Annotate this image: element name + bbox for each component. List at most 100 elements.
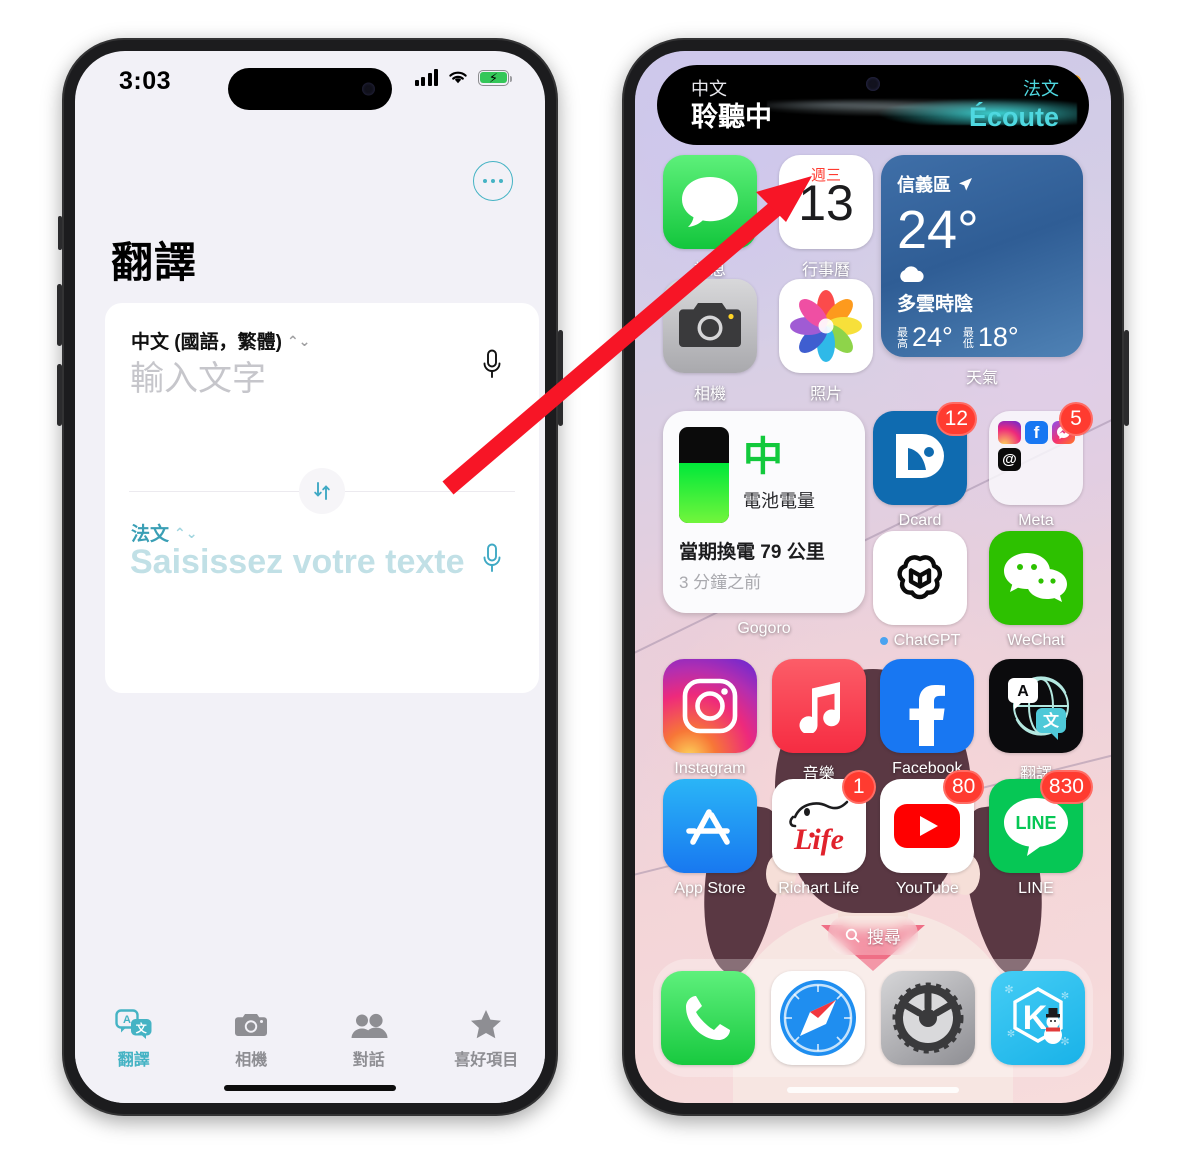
- wifi-icon: [449, 71, 467, 84]
- gogoro-level-caption: 電池電量: [743, 491, 815, 511]
- svg-text:✼: ✼: [1004, 984, 1013, 996]
- volume-up-button[interactable]: [57, 284, 62, 346]
- tab-favorites[interactable]: 喜好項目: [428, 1005, 546, 1070]
- tab-camera[interactable]: 相機: [193, 1005, 311, 1070]
- app-store-icon: [663, 779, 757, 873]
- dock: ✼ ✼ ✼ ✼ K: [653, 959, 1093, 1077]
- bottom-tab-bar: A 文 翻譯 相機 對話 喜好項目: [75, 995, 545, 1103]
- source-microphone-icon[interactable]: [481, 349, 503, 383]
- swap-languages-button[interactable]: [299, 468, 345, 514]
- target-microphone-icon[interactable]: [481, 543, 503, 577]
- app-label-line: LINE: [1018, 880, 1054, 897]
- source-language-selector[interactable]: 中文 (國語，繁體) ⌃⌄: [131, 327, 310, 354]
- apple-music-icon: [771, 659, 866, 753]
- tab-translate[interactable]: A 文 翻譯: [75, 1005, 193, 1070]
- tab-label-translate: 翻譯: [117, 1052, 150, 1069]
- svg-text:✼: ✼: [1007, 1029, 1015, 1040]
- app-label-youtube: YouTube: [895, 880, 959, 897]
- source-text-input[interactable]: 輸入文字: [130, 351, 266, 400]
- app-app-store[interactable]: App Store: [663, 779, 757, 898]
- svg-text:文: 文: [1043, 711, 1060, 730]
- page-title: 翻譯: [111, 239, 198, 286]
- power-button[interactable]: [558, 330, 563, 426]
- svg-text:文: 文: [135, 1021, 147, 1035]
- svg-text:A: A: [1017, 683, 1029, 700]
- badge-youtube: 80: [942, 770, 985, 804]
- home-indicator[interactable]: [224, 1085, 396, 1091]
- status-indicators: ⚡: [414, 69, 512, 86]
- dynamic-island-live-activity[interactable]: 中文 聆聽中 法文 Écoute: [657, 65, 1089, 145]
- power-button-right[interactable]: [1124, 330, 1129, 426]
- app-photos[interactable]: 照片: [779, 279, 873, 404]
- facebook-icon: [880, 659, 975, 753]
- photos-icon: [779, 279, 873, 373]
- app-label-wechat: WeChat: [1007, 632, 1065, 649]
- target-language-selector[interactable]: 法文 ⌃⌄: [131, 519, 197, 546]
- folder-meta[interactable]: f @ 5 Meta: [989, 402, 1093, 530]
- chevron-updown-icon-target: ⌃⌄: [174, 524, 198, 541]
- app-label-dcard: Dcard: [898, 512, 942, 529]
- tab-label-favorites: 喜好項目: [454, 1052, 519, 1069]
- app-music[interactable]: 音樂: [771, 659, 866, 784]
- mute-switch[interactable]: [58, 216, 62, 250]
- app-label-photos: 照片: [809, 386, 842, 403]
- chatgpt-icon: [873, 531, 967, 625]
- tab-label-conversation: 對話: [352, 1052, 385, 1069]
- cellular-bars-icon: [414, 69, 438, 86]
- location-arrow-icon: [959, 177, 972, 191]
- threads-mini-icon: @: [998, 448, 1021, 471]
- app-label-chatgpt: ChatGPT: [880, 632, 961, 650]
- app-youtube[interactable]: 80 YouTube: [880, 770, 985, 898]
- app-dcard[interactable]: 12 Dcard: [873, 402, 977, 530]
- left-phone-device: 3:03 ⚡ 翻譯 中文 (國語，繁體) ⌃⌄ 輸入文字 法文 ⌃⌄ Saisi…: [57, 38, 563, 1116]
- app-wechat[interactable]: WeChat: [989, 531, 1083, 650]
- right-phone-device: 中文 聆聽中 法文 Écoute 訊息 週三 13 行事曆 信義區 24° 多雲…: [622, 38, 1129, 1116]
- calendar-day: 13: [798, 175, 854, 231]
- instagram-icon: [663, 659, 757, 753]
- app-label-calendar: 行事曆: [801, 262, 850, 279]
- swap-vertical-icon: [314, 482, 330, 500]
- svg-text:A: A: [123, 1014, 131, 1026]
- app-label-instagram: Instagram: [674, 760, 746, 777]
- tab-conversation[interactable]: 對話: [310, 1005, 428, 1070]
- wechat-icon: [989, 531, 1083, 625]
- volume-down-button[interactable]: [57, 364, 62, 426]
- app-label-meta: Meta: [1018, 512, 1054, 529]
- svg-text:Life: Life: [793, 823, 844, 856]
- settings-gear-icon[interactable]: [881, 971, 975, 1065]
- search-pill[interactable]: 搜尋: [828, 916, 918, 955]
- island-source-language: 中文: [691, 79, 727, 99]
- island-target-status: Écoute: [968, 101, 1059, 132]
- camera-app-icon: [663, 279, 757, 373]
- translate-app-icon: A 文: [988, 659, 1083, 753]
- kkbox-icon[interactable]: ✼ ✼ ✼ ✼ K: [991, 971, 1085, 1065]
- app-translate[interactable]: A 文 翻譯: [988, 659, 1083, 784]
- facebook-mini-icon: f: [1025, 421, 1048, 444]
- safari-icon[interactable]: [771, 971, 865, 1065]
- app-richart-life[interactable]: Life 1 Richart Life: [771, 770, 876, 898]
- more-options-icon[interactable]: [473, 161, 513, 201]
- calendar-icon: 週三 13: [779, 155, 873, 249]
- status-time: 3:03: [119, 67, 172, 95]
- badge-richart-life: 1: [841, 770, 876, 804]
- app-line[interactable]: LINE 830 LINE: [988, 770, 1093, 898]
- messages-icon: [663, 155, 757, 249]
- svg-text:✼: ✼: [1060, 1036, 1069, 1048]
- chevron-updown-icon: ⌃⌄: [286, 332, 311, 349]
- gogoro-level: 中: [743, 435, 783, 479]
- translate-card: 中文 (國語，繁體) ⌃⌄ 輸入文字 法文 ⌃⌄ Saisissez votre…: [105, 303, 539, 693]
- app-facebook[interactable]: Facebook: [880, 659, 975, 784]
- battery-level-icon: [679, 427, 729, 523]
- home-indicator-right[interactable]: [787, 1087, 959, 1093]
- battery-charging-icon: ⚡: [478, 69, 512, 86]
- app-label-messages: 訊息: [693, 262, 726, 279]
- app-camera[interactable]: 相機: [663, 279, 757, 404]
- weather-location: 信義區: [897, 175, 951, 195]
- tab-label-camera: 相機: [235, 1052, 268, 1069]
- app-chatgpt[interactable]: ChatGPT: [873, 531, 967, 650]
- phone-icon[interactable]: [661, 971, 755, 1065]
- right-phone-screen: 中文 聆聽中 法文 Écoute 訊息 週三 13 行事曆 信義區 24° 多雲…: [635, 51, 1111, 1103]
- target-text-output: Saisissez votre texte: [130, 543, 465, 581]
- app-instagram[interactable]: Instagram: [663, 659, 757, 784]
- weather-temperature: 24°: [897, 200, 979, 260]
